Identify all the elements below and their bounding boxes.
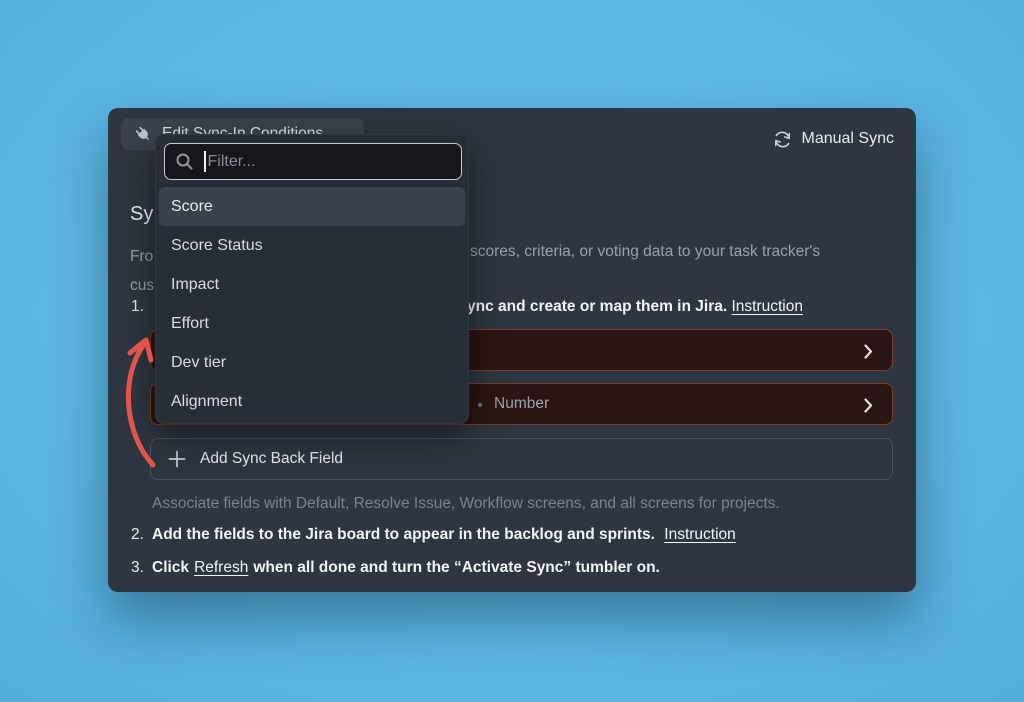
dropdown-filter-field[interactable] bbox=[164, 143, 462, 180]
filter-input[interactable] bbox=[207, 152, 428, 171]
step-1-instruction-link[interactable]: Instruction bbox=[731, 298, 803, 315]
dropdown-option-dev-tier[interactable]: Dev tier bbox=[156, 343, 468, 382]
dropdown-option-effort[interactable]: Effort bbox=[156, 304, 468, 343]
add-sync-back-field-label: Add Sync Back Field bbox=[200, 450, 344, 467]
chevron-right-icon bbox=[864, 344, 873, 359]
step-3: 3. Click Refresh when all done and turn th… bbox=[131, 559, 660, 576]
screens-helper-text: Associate fields with Default, Resolve I… bbox=[152, 495, 780, 512]
search-icon bbox=[175, 152, 194, 171]
dropdown-option-impact[interactable]: Impact bbox=[156, 265, 468, 304]
add-sync-back-field-button[interactable]: Add Sync Back Field bbox=[150, 438, 893, 480]
refresh-link[interactable]: Refresh bbox=[194, 559, 248, 576]
dropdown-options-list: Score Score Status Impact Effort Dev tie… bbox=[156, 187, 468, 421]
dropdown-option-score[interactable]: Score bbox=[159, 187, 465, 226]
text-cursor bbox=[204, 151, 206, 172]
plug-icon bbox=[133, 124, 153, 144]
step-2-number: 2. bbox=[131, 526, 144, 543]
field-type-separator-dot bbox=[478, 403, 482, 407]
sync-refresh-icon bbox=[772, 129, 793, 150]
dropdown-option-score-status[interactable]: Score Status bbox=[156, 226, 468, 265]
desktop-background: { "colors": { "page_background": "#5CB8E… bbox=[0, 0, 1024, 702]
dropdown-option-alignment[interactable]: Alignment bbox=[156, 382, 468, 421]
manual-sync-label: Manual Sync bbox=[801, 130, 895, 147]
section-title-fragment: Sy bbox=[130, 203, 154, 225]
sync-back-modal: Edit Sync-In Conditions Manual Sync Sy F… bbox=[108, 108, 916, 592]
field-select-dropdown: Score Score Status Impact Effort Dev tie… bbox=[155, 134, 469, 424]
section-description-right-fragment: scores, criteria, or voting data to your… bbox=[470, 243, 821, 260]
manual-sync-button[interactable]: Manual Sync bbox=[772, 125, 895, 153]
step-1-number: 1. bbox=[131, 298, 144, 315]
step-1-text-fragment: ync and create or map them in Jira. Inst… bbox=[467, 298, 803, 315]
step-2-instruction-link[interactable]: Instruction bbox=[664, 526, 736, 543]
plus-icon bbox=[168, 450, 186, 468]
step-3-number: 3. bbox=[131, 559, 144, 576]
field-type-label: Number bbox=[494, 395, 550, 412]
step-2: 2. Add the fields to the Jira board to a… bbox=[131, 526, 736, 543]
section-description-left-fragment: Fro cus bbox=[130, 248, 155, 294]
chevron-right-icon bbox=[864, 398, 873, 413]
